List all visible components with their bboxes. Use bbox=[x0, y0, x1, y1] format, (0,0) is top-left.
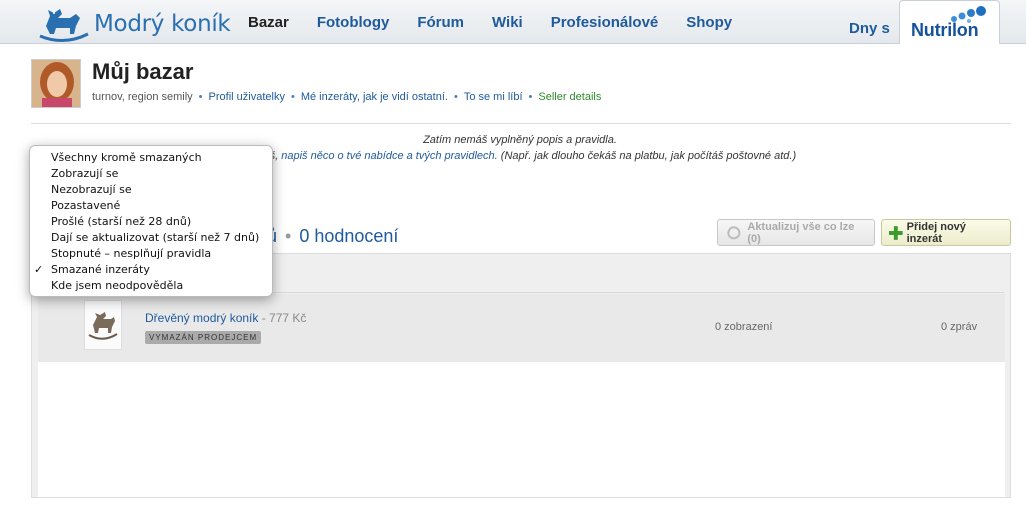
link-seller-details[interactable]: Seller details bbox=[538, 91, 601, 103]
site-logo[interactable]: Modrý koník bbox=[36, 4, 231, 44]
menu-item-label: Pozastavené bbox=[51, 199, 121, 212]
separator-dot: • bbox=[285, 226, 292, 246]
rules-hint: ceš, napiš něco o tvé nabídce a tvých pr… bbox=[258, 150, 796, 162]
listing-thumbnail[interactable] bbox=[84, 300, 122, 350]
sponsor-name: Nutrilon bbox=[911, 20, 979, 40]
add-listing-button[interactable]: Přidej nový inzerát bbox=[881, 219, 1011, 246]
menu-item-hidden[interactable]: Nezobrazují se bbox=[30, 182, 272, 198]
checkmark-icon: ✓ bbox=[34, 263, 44, 276]
link-likes[interactable]: To se mi líbí bbox=[464, 91, 523, 103]
logo-text: Modrý koník bbox=[94, 11, 231, 37]
rocking-horse-icon bbox=[39, 9, 89, 42]
menu-item-label: Prošlé (starší než 28 dnů) bbox=[51, 215, 192, 228]
menu-item-refreshable[interactable]: Dají se aktualizovat (starší než 7 dnů) bbox=[30, 230, 272, 246]
views-count: 0 zobrazení bbox=[715, 321, 773, 333]
menu-item-paused[interactable]: Pozastavené bbox=[30, 198, 272, 214]
refresh-all-button[interactable]: Aktualizuj vše co lze (0) bbox=[717, 219, 875, 246]
nav-dny-s[interactable]: Dny s bbox=[849, 20, 890, 37]
ratings-count[interactable]: 0 hodnocení bbox=[299, 226, 398, 246]
menu-item-label: Zobrazují se bbox=[51, 167, 119, 180]
menu-item-unanswered[interactable]: Kde jsem neodpověděla bbox=[30, 278, 272, 294]
menu-item-label: Všechny kromě smazaných bbox=[51, 151, 202, 164]
menu-item-label: Nezobrazují se bbox=[51, 183, 132, 196]
link-profile[interactable]: Profil uživatelky bbox=[209, 91, 285, 103]
menu-item-deleted[interactable]: ✓ Smazané inzeráty bbox=[30, 262, 272, 278]
top-navigation: Modrý koník Bazar Fotoblogy Fórum Wiki P… bbox=[0, 0, 1026, 44]
menu-item-visible[interactable]: Zobrazují se bbox=[30, 166, 272, 182]
location-text: turnov, region semily bbox=[92, 91, 193, 103]
page-title: Můj bazar bbox=[92, 59, 194, 84]
menu-item-label: Dají se aktualizovat (starší než 7 dnů) bbox=[51, 231, 260, 244]
nav-fotoblogy[interactable]: Fotoblogy bbox=[317, 14, 389, 31]
menu-item-expired[interactable]: Prošlé (starší než 28 dnů) bbox=[30, 214, 272, 230]
menu-item-label: Smazané inzeráty bbox=[51, 263, 150, 276]
nav-wiki[interactable]: Wiki bbox=[492, 14, 523, 31]
nav-bazar[interactable]: Bazar bbox=[248, 14, 289, 31]
status-badge: VYMAZÁN PRODEJCEM bbox=[145, 331, 262, 344]
sponsor-logo[interactable]: Nutrilon bbox=[899, 0, 1000, 44]
messages-count: 0 zpráv bbox=[941, 321, 978, 333]
separator-dot: • bbox=[528, 91, 533, 103]
divider bbox=[31, 123, 1011, 124]
link-my-ads-public[interactable]: Mé inzeráty, jak je vidí ostatní. bbox=[301, 91, 448, 103]
list-item[interactable]: Dřevěný modrý koník - 777 Kč VYMAZÁN PRO… bbox=[38, 294, 1005, 362]
add-listing-label: Přidej nový inzerát bbox=[906, 220, 966, 245]
nav-profesionalove[interactable]: Profesionálové bbox=[551, 14, 659, 31]
avatar[interactable] bbox=[31, 59, 81, 108]
refresh-all-label: Aktualizuj vše co lze (0) bbox=[747, 220, 855, 245]
rules-hint-suffix: (Např. jak dlouho čekáš na platbu, jak p… bbox=[500, 150, 797, 162]
plus-icon bbox=[888, 225, 903, 240]
menu-item-stopped[interactable]: Stopnuté – nesplňují pravidla bbox=[30, 246, 272, 262]
menu-item-label: Kde jsem neodpověděla bbox=[51, 279, 184, 292]
menu-item-label: Stopnuté – nesplňují pravidla bbox=[51, 247, 212, 260]
separator-dot: • bbox=[290, 91, 295, 103]
nav-shopy[interactable]: Shopy bbox=[686, 14, 732, 31]
write-rules-link[interactable]: napiš něco o tvé nabídce a tvých pravidl… bbox=[281, 150, 497, 162]
separator-dot: • bbox=[453, 91, 458, 103]
avatar-photo bbox=[32, 60, 80, 107]
rocking-horse-photo bbox=[85, 301, 121, 349]
seller-stats: ců•0 hodnocení bbox=[258, 226, 398, 247]
listing-name[interactable]: Dřevěný modrý koník bbox=[145, 311, 258, 325]
empty-area bbox=[38, 362, 1005, 497]
recycle-icon bbox=[727, 225, 741, 239]
listing-title[interactable]: Dřevěný modrý koník - 777 Kč bbox=[145, 311, 306, 325]
main-nav: Bazar Fotoblogy Fórum Wiki Profesionálov… bbox=[248, 0, 760, 44]
separator-dot: • bbox=[198, 91, 203, 103]
filter-dropdown-menu: Všechny kromě smazaných Zobrazují se Nez… bbox=[29, 145, 273, 297]
nav-forum[interactable]: Fórum bbox=[417, 14, 464, 31]
listing-price: - 777 Kč bbox=[261, 311, 307, 325]
menu-item-all-except-deleted[interactable]: Všechny kromě smazaných bbox=[30, 150, 272, 166]
profile-subline: turnov, region semily • Profil uživatelky •… bbox=[92, 91, 601, 103]
